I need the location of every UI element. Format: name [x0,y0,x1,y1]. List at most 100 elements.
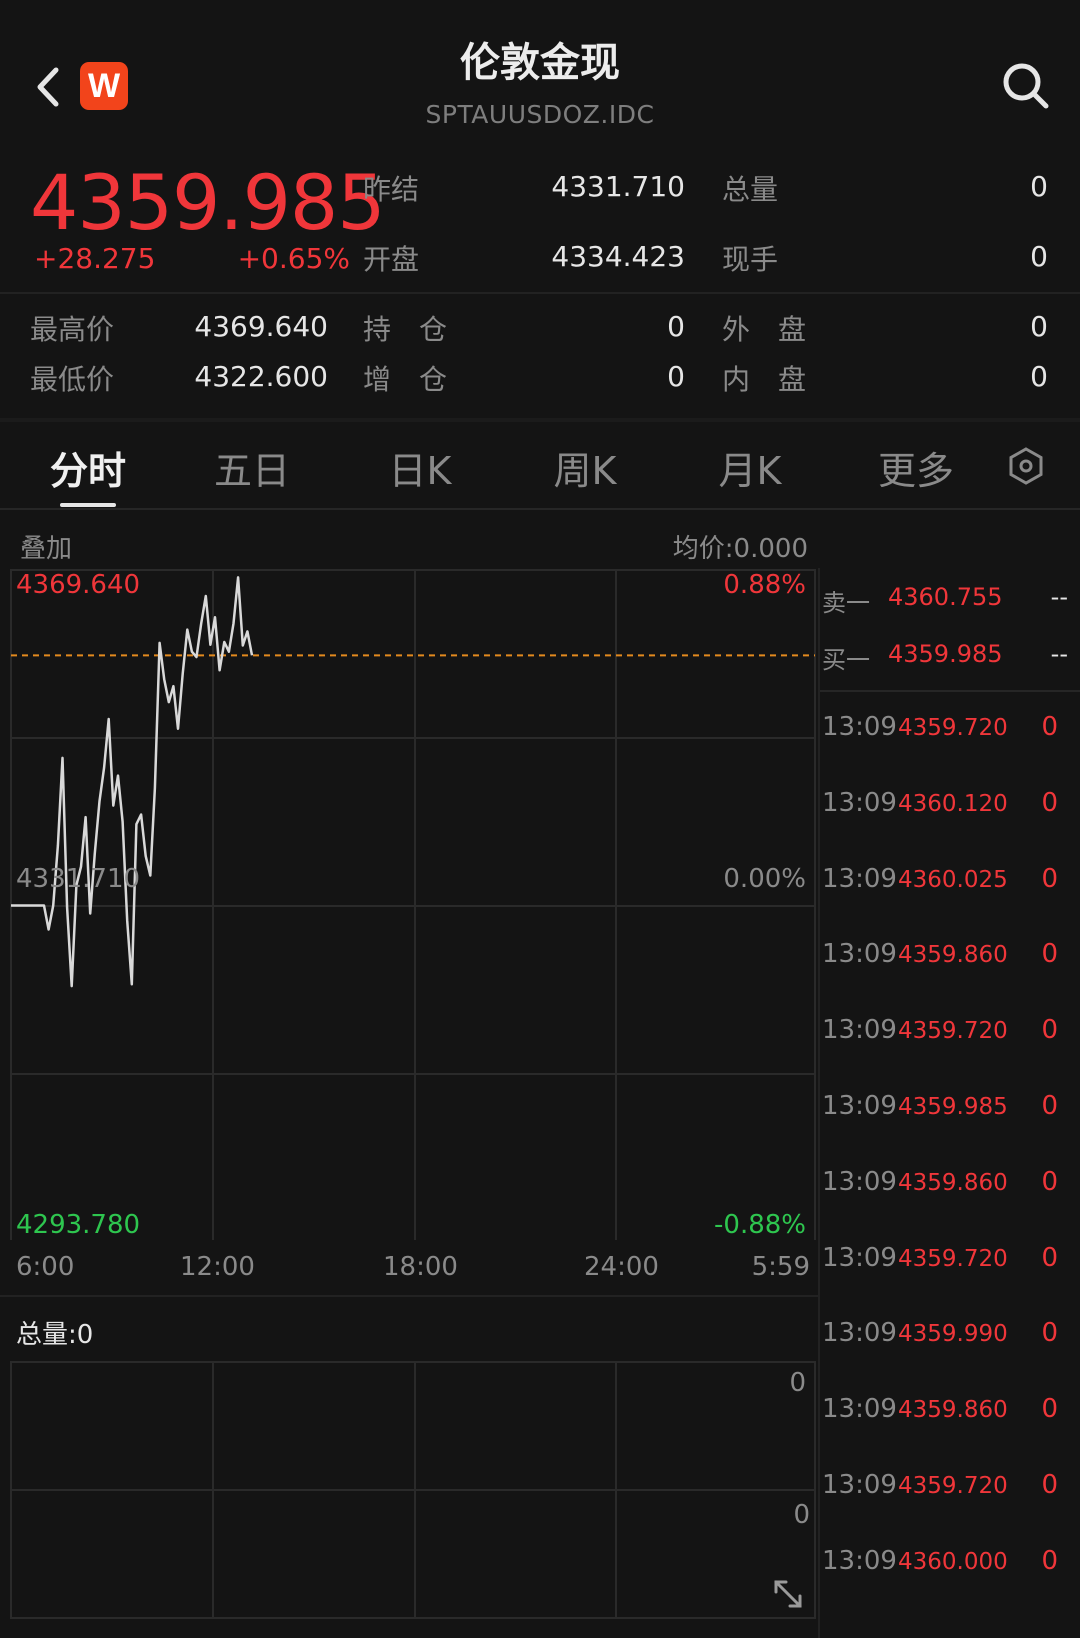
tick-price: 4359.720 [898,1473,1008,1499]
tick-price: 4359.860 [898,942,1008,969]
low-label: 最低价 [30,363,115,396]
tick-volume: 0 [1041,863,1058,894]
chart-high-price: 4369.640 [16,570,141,600]
tick-volume: 0 [1041,1470,1058,1500]
price-line [11,576,254,988]
tick-price: 4359.990 [898,1321,1008,1348]
settings-icon[interactable] [1006,446,1046,486]
tick-time: 13:09 [822,1166,897,1197]
tick-volume: 0 [1041,1318,1058,1349]
tick-price: 4359.860 [898,1169,1008,1196]
volume-axis-top: 0 [789,1368,806,1398]
tick-time: 13:09 [822,1545,897,1576]
tick-volume: 0 [1041,1545,1058,1576]
outer-disk-label: 外 盘 [722,313,807,346]
total-volume-label: 总量 [722,173,779,206]
divider [0,418,1080,422]
divider [0,1295,820,1297]
tick-price: 4360.025 [898,866,1008,893]
low-value: 4322.600 [194,360,328,393]
tick-time: 13:09 [822,1470,897,1500]
tick-price: 4360.000 [898,1548,1008,1575]
ask-volume: -- [1050,583,1068,611]
divider [0,508,1080,510]
active-tab-indicator [60,503,116,507]
column-divider [818,568,820,1638]
oi-change-label: 增 仓 [363,363,448,396]
tab-weekly-k[interactable]: 周K [515,440,655,495]
tab-daily-k[interactable]: 日K [350,440,490,495]
ask-price: 4360.755 [888,583,1003,611]
tick-volume: 0 [1041,939,1058,970]
ask-label: 卖一 [822,589,870,617]
open-label: 开盘 [363,243,420,276]
current-hand-value: 0 [1030,240,1048,273]
time-tick: 18:00 [383,1252,458,1282]
tick-time: 13:09 [822,863,897,894]
tick-price: 4359.720 [898,1018,1008,1045]
high-value: 4369.640 [194,310,328,343]
last-price: 4359.985 [30,158,386,247]
expand-icon[interactable] [770,1576,806,1612]
tick-volume: 0 [1041,1091,1058,1121]
tick-time: 13:09 [822,1015,897,1046]
outer-disk-value: 0 [1030,310,1048,343]
volume-axis-mid: 0 [793,1500,810,1530]
open-interest-value: 0 [667,310,685,343]
time-tick: 24:00 [584,1252,659,1282]
price-change-percent: +0.65% [237,242,350,275]
divider [820,690,1080,692]
tick-time: 13:09 [822,1091,897,1121]
price-chart[interactable] [0,560,820,1240]
bid-price: 4359.985 [888,640,1003,668]
tick-time: 13:09 [822,1394,897,1425]
tick-price: 4359.860 [898,1397,1008,1424]
tick-volume: 0 [1041,712,1058,742]
inner-disk-label: 内 盘 [722,363,807,396]
bid-label: 买一 [822,646,870,674]
time-tick: 12:00 [180,1252,255,1282]
chart-high-percent: 0.88% [723,570,806,600]
tick-time: 13:09 [822,939,897,970]
volume-total-label: 总量:0 [16,1320,94,1350]
total-volume-value: 0 [1030,170,1048,203]
tab-monthly-k[interactable]: 月K [680,440,820,495]
inner-disk-value: 0 [1030,360,1048,393]
chart-low-price: 4293.780 [16,1210,141,1240]
current-hand-label: 现手 [722,243,779,276]
time-tick: 6:00 [16,1252,75,1282]
open-interest-label: 持 仓 [363,313,448,346]
price-change: +28.275 [34,242,156,275]
tick-time: 13:09 [822,712,897,742]
tick-price: 4360.120 [898,790,1008,817]
chart-grid [10,569,816,1240]
search-icon[interactable] [1000,60,1052,112]
tick-time: 13:09 [822,1318,897,1349]
oi-change-value: 0 [667,360,685,393]
chart-base-percent: 0.00% [723,864,806,894]
tick-volume: 0 [1041,1394,1058,1425]
tab-more[interactable]: 更多 [846,440,986,495]
bid-volume: -- [1050,640,1068,668]
prev-settle-value: 4331.710 [551,170,685,203]
tick-volume: 0 [1041,1242,1058,1273]
chart-low-percent: -0.88% [714,1210,806,1240]
ask-row: 卖一 4360.755 -- [820,583,1070,623]
tick-time: 13:09 [822,1242,897,1273]
tab-intraday[interactable]: 分时 [18,440,158,495]
volume-chart[interactable] [0,1360,820,1622]
tick-price: 4359.720 [898,1245,1008,1272]
tab-five-day[interactable]: 五日 [182,440,322,495]
divider [0,292,1080,294]
instrument-title: 伦敦金现 [460,40,620,86]
tick-volume: 0 [1041,787,1058,818]
open-value: 4334.423 [551,240,685,273]
high-label: 最高价 [30,313,115,346]
bid-row: 买一 4359.985 -- [820,640,1070,680]
chart-base-price: 4331.710 [16,864,141,894]
tick-volume: 0 [1041,1015,1058,1046]
tick-time: 13:09 [822,787,897,818]
time-tick: 5:59 [751,1252,810,1282]
instrument-code: SPTAUUSDOZ.IDC [425,100,655,129]
prev-settle-label: 昨结 [363,173,420,206]
